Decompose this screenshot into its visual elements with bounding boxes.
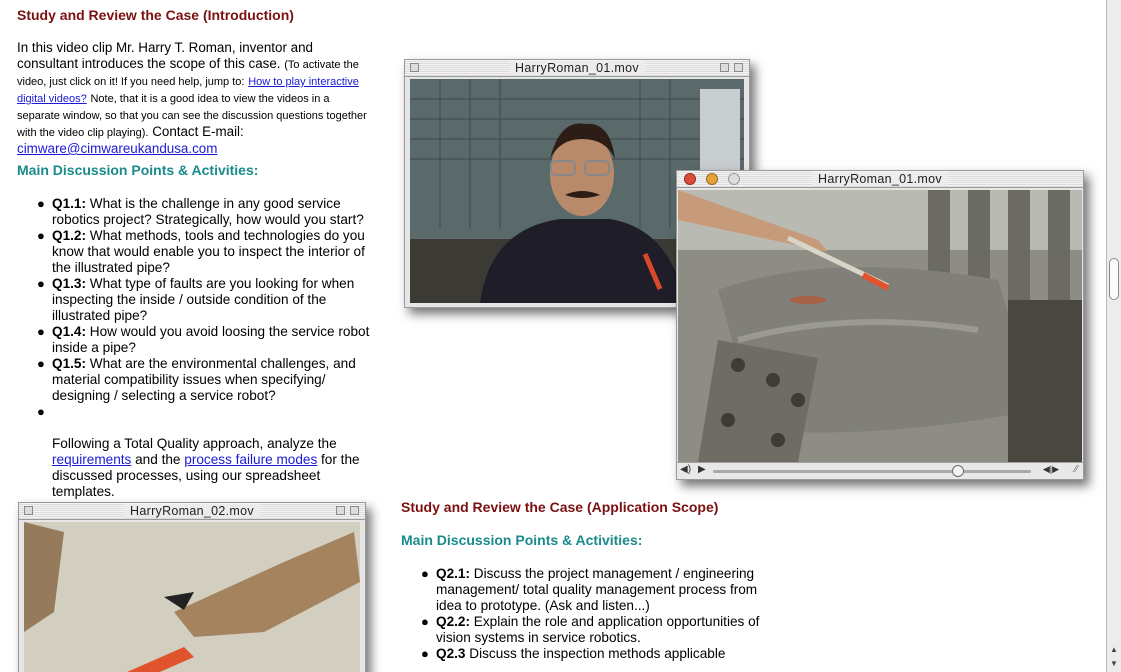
step-icon[interactable]: ◀|▶ bbox=[1043, 464, 1059, 475]
video-progress-knob[interactable] bbox=[951, 465, 964, 477]
list-item: ● Q1.4: How would you avoid loosing the s… bbox=[37, 324, 372, 356]
video-progress-track[interactable] bbox=[713, 470, 1031, 473]
page-content: Study and Review the Case (Introduction)… bbox=[0, 0, 1106, 672]
application-heading: Study and Review the Case (Application S… bbox=[401, 499, 719, 515]
list-item: ● Q1.3: What type of faults are you looki… bbox=[37, 276, 372, 324]
collapse-icon[interactable] bbox=[720, 63, 729, 72]
bullet-icon: ● bbox=[37, 196, 45, 211]
item-label: Q1.2: bbox=[52, 228, 86, 243]
section2-heading: Main Discussion Points & Activities: bbox=[401, 532, 643, 548]
video-window-3[interactable]: HarryRoman_02.mov bbox=[18, 502, 366, 672]
video-frame-pipe-closeup[interactable] bbox=[24, 522, 360, 672]
item-text: What methods, tools and technologies do … bbox=[52, 228, 365, 275]
requirements-link[interactable]: requirements bbox=[52, 452, 131, 467]
zoom-icon[interactable] bbox=[350, 506, 359, 515]
intro-text: In this video clip Mr. Harry T. Roman, i… bbox=[17, 40, 313, 71]
scroll-down-icon[interactable]: ▼ bbox=[1110, 659, 1118, 668]
list-item: ● Q1.1: What is the challenge in any good… bbox=[37, 196, 372, 228]
pipe-image bbox=[678, 190, 1082, 462]
vertical-scrollbar[interactable]: ▲ ▼ bbox=[1106, 0, 1121, 672]
pipe-closeup-image bbox=[24, 522, 360, 672]
contact-prefix: Contact E-mail: bbox=[152, 124, 244, 139]
collapse-icon[interactable] bbox=[336, 506, 345, 515]
item-label: Q2.3 bbox=[436, 646, 466, 661]
window-titlebar[interactable]: HarryRoman_01.mov bbox=[677, 171, 1083, 188]
bullet-icon: ● bbox=[421, 646, 429, 661]
section1-heading: Main Discussion Points & Activities: bbox=[17, 162, 259, 178]
item-text: How would you avoid loosing the service … bbox=[52, 324, 370, 355]
email-link[interactable]: cimware@cimwareukandusa.com bbox=[17, 141, 217, 156]
item-text: What are the environmental challenges, a… bbox=[52, 356, 356, 403]
bullet-icon: ● bbox=[421, 614, 429, 629]
item-label: Q1.4: bbox=[52, 324, 86, 339]
section1-list: ● Q1.1: What is the challenge in any good… bbox=[37, 196, 372, 420]
window-titlebar[interactable]: HarryRoman_01.mov bbox=[405, 60, 749, 77]
volume-icon[interactable]: ◀) bbox=[680, 464, 691, 475]
window-title: HarryRoman_02.mov bbox=[124, 504, 260, 518]
window-title: HarryRoman_01.mov bbox=[509, 61, 645, 75]
bullet-icon: ● bbox=[37, 276, 45, 291]
list-item: ● Q2.1: Discuss the project management / … bbox=[421, 566, 766, 614]
section2-list: ● Q2.1: Discuss the project management / … bbox=[421, 566, 766, 662]
window-title: HarryRoman_01.mov bbox=[812, 172, 948, 186]
failure-modes-link[interactable]: process failure modes bbox=[184, 452, 317, 467]
zoom-icon[interactable] bbox=[734, 63, 743, 72]
bullet-icon: ● bbox=[37, 356, 45, 371]
list-item-empty: ● bbox=[37, 404, 372, 420]
item-label: Q1.3: bbox=[52, 276, 86, 291]
item-label: Q1.5: bbox=[52, 356, 86, 371]
intro-paragraph: In this video clip Mr. Harry T. Roman, i… bbox=[17, 40, 369, 157]
video-controls: ◀) ▶ ◀|▶ ⁄⁄ bbox=[677, 462, 1083, 479]
and-text: and the bbox=[135, 452, 181, 467]
item-label: Q2.2: bbox=[436, 614, 470, 629]
quality-text-a: Following a Total Quality approach, anal… bbox=[52, 436, 337, 451]
item-text: What is the challenge in any good servic… bbox=[52, 196, 364, 227]
item-text: Explain the role and application opportu… bbox=[436, 614, 760, 645]
item-text: Discuss the inspection methods applicabl… bbox=[469, 646, 726, 661]
bullet-icon: ● bbox=[37, 228, 45, 243]
list-item: ● Q2.3 Discuss the inspection methods app… bbox=[421, 646, 766, 662]
bullet-icon: ● bbox=[421, 566, 429, 581]
list-item: ● Q2.2: Explain the role and application … bbox=[421, 614, 766, 646]
item-text: What type of faults are you looking for … bbox=[52, 276, 355, 323]
quality-paragraph: Following a Total Quality approach, anal… bbox=[52, 436, 372, 500]
resize-grip-icon[interactable]: ⁄⁄ bbox=[1075, 464, 1078, 475]
play-icon[interactable]: ▶ bbox=[698, 464, 706, 475]
item-label: Q2.1: bbox=[436, 566, 470, 581]
window-titlebar[interactable]: HarryRoman_02.mov bbox=[19, 503, 365, 520]
bullet-icon: ● bbox=[37, 324, 45, 339]
item-label: Q1.1: bbox=[52, 196, 86, 211]
scrollbar-thumb[interactable] bbox=[1109, 258, 1119, 300]
video-window-2[interactable]: HarryRoman_01.mov ◀) ▶ ◀|▶ ⁄⁄ bbox=[676, 170, 1084, 480]
intro-heading: Study and Review the Case (Introduction) bbox=[17, 7, 294, 23]
bullet-icon: ● bbox=[37, 404, 45, 419]
item-text: Discuss the project management / enginee… bbox=[436, 566, 758, 613]
list-item: ● Q1.5: What are the environmental challe… bbox=[37, 356, 372, 404]
list-item: ● Q1.2: What methods, tools and technolog… bbox=[37, 228, 372, 276]
scroll-up-icon[interactable]: ▲ bbox=[1110, 645, 1118, 654]
video-frame-pipe[interactable] bbox=[678, 190, 1082, 462]
